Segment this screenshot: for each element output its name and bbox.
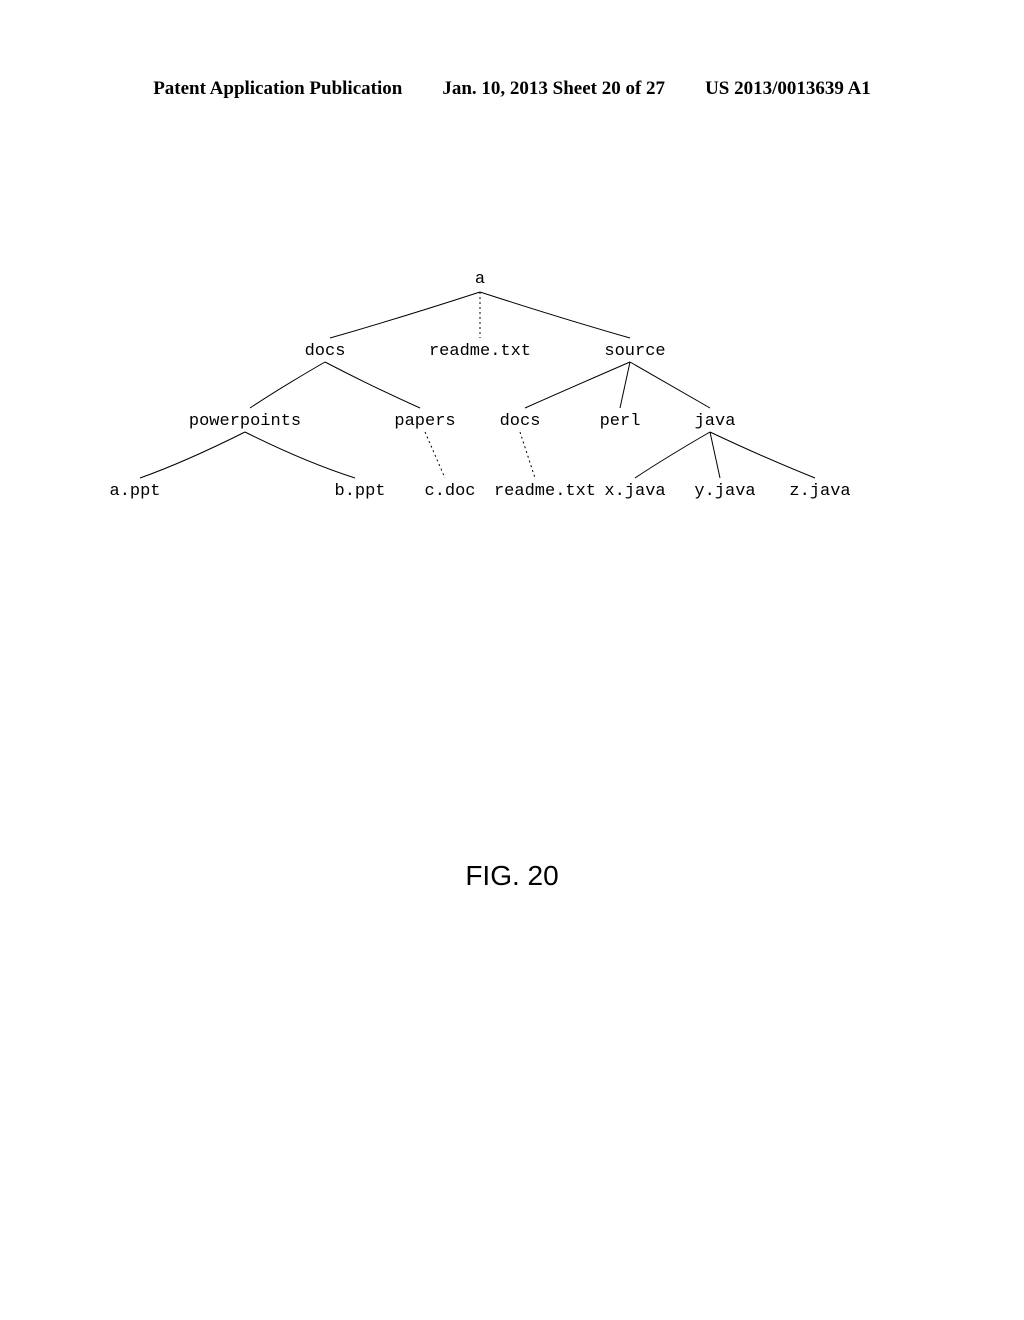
header-center: Jan. 10, 2013 Sheet 20 of 27	[442, 78, 665, 100]
tree-node-cdoc: c.doc	[424, 482, 475, 501]
tree-node-readme: readme.txt	[429, 342, 531, 361]
tree-node-bppt: b.ppt	[334, 482, 385, 501]
tree-node-perl: perl	[600, 412, 641, 431]
tree-node-source: source	[604, 342, 665, 361]
tree-diagram: a docs readme.txt source powerpoints pap…	[100, 270, 924, 540]
tree-node-java: java	[695, 412, 736, 431]
tree-node-powerpoints: powerpoints	[189, 412, 301, 431]
figure-caption: FIG. 20	[0, 860, 1024, 892]
tree-node-docs: docs	[305, 342, 346, 361]
tree-node-appt: a.ppt	[109, 482, 160, 501]
tree-node-readme2: readme.txt	[494, 482, 596, 501]
page-header: Patent Application Publication Jan. 10, …	[0, 78, 1024, 100]
tree-node-yjava: y.java	[694, 482, 755, 501]
tree-node-papers: papers	[394, 412, 455, 431]
header-right: US 2013/0013639 A1	[705, 78, 871, 100]
header-left: Patent Application Publication	[153, 78, 402, 100]
tree-node-xjava: x.java	[604, 482, 665, 501]
tree-node-docs2: docs	[500, 412, 541, 431]
tree-node-zjava: z.java	[789, 482, 850, 501]
tree-node-root: a	[475, 270, 485, 289]
